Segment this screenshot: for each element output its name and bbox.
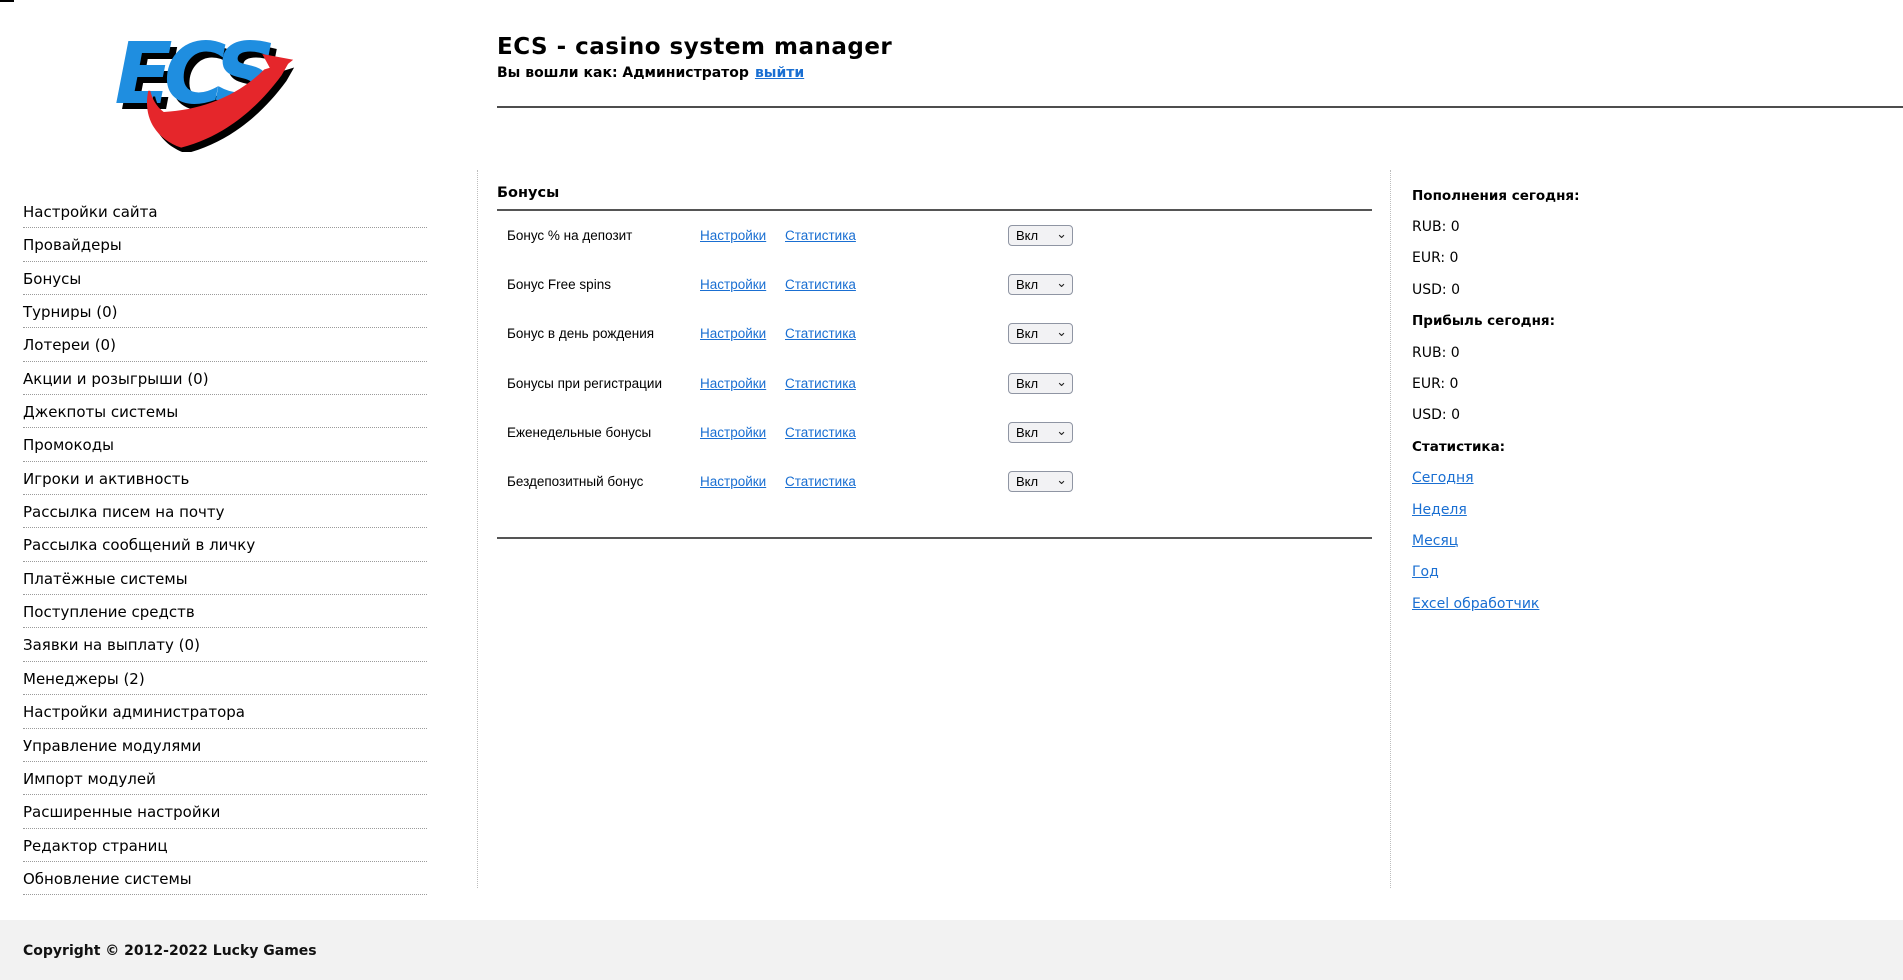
bonus-row: Бонусы при регистрации Настройки Статист… [497,359,1372,408]
bonus-row: Бонус % на депозит Настройки Статистика … [497,211,1372,260]
bonus-statistics-link[interactable]: Статистика [785,376,1008,391]
sidebar-item-bonuses[interactable]: Бонусы [23,262,427,295]
bonus-settings-link[interactable]: Настройки [700,326,785,341]
profit-today-title: Прибыль сегодня: [1412,306,1732,337]
stats-today-link[interactable]: Сегодня [1412,470,1474,486]
statistics-title: Статистика: [1412,431,1732,462]
bonus-row: Бонус в день рождения Настройки Статисти… [497,309,1372,358]
sidebar-item-system-update[interactable]: Обновление системы [23,862,427,895]
right-panel: Пополнения сегодня: RUB: 0 EUR: 0 USD: 0… [1412,180,1732,619]
stats-year-link[interactable]: Год [1412,564,1439,580]
sidebar-item-payment-systems[interactable]: Платёжные системы [23,562,427,595]
bonus-statistics-link[interactable]: Статистика [785,326,1008,341]
bonus-label: Бонус Free spins [507,277,700,292]
bonus-toggle-select[interactable]: Вкл ⌄ [1008,422,1073,443]
bonus-toggle-value: Вкл [1016,425,1038,440]
profit-eur-value: EUR: 0 [1412,368,1732,399]
bonus-settings-link[interactable]: Настройки [700,425,785,440]
bonus-row: Бонус Free spins Настройки Статистика Вк… [497,260,1372,309]
page-edge-mark [0,0,14,2]
sidebar-item-page-editor[interactable]: Редактор страниц [23,829,427,862]
header-divider [497,106,1903,108]
sidebar-nav: Настройки сайта Провайдеры Бонусы Турнир… [23,195,427,895]
sidebar-item-tournaments[interactable]: Турниры (0) [23,295,427,328]
sidebar-item-incoming-funds[interactable]: Поступление средств [23,595,427,628]
chevron-down-icon: ⌄ [1056,375,1067,388]
ecs-logo[interactable]: ECS ECS [100,12,298,152]
stats-week-link[interactable]: Неделя [1412,502,1467,518]
bonus-toggle-value: Вкл [1016,277,1038,292]
sidebar-item-email-mailing[interactable]: Рассылка писем на почту [23,495,427,528]
bonus-statistics-link[interactable]: Статистика [785,425,1008,440]
sidebar-item-site-settings[interactable]: Настройки сайта [23,195,427,228]
bonus-settings-link[interactable]: Настройки [700,228,785,243]
chevron-down-icon: ⌄ [1056,473,1067,486]
bonus-row: Бездепозитный бонус Настройки Статистика… [497,457,1372,506]
deposits-today-title: Пополнения сегодня: [1412,180,1732,211]
bonus-row: Еженедельные бонусы Настройки Статистика… [497,408,1372,457]
login-status-text: Вы вошли как: Администратор [497,65,749,81]
bonus-toggle-value: Вкл [1016,326,1038,341]
sidebar-item-module-import[interactable]: Импорт модулей [23,762,427,795]
bonus-toggle-select[interactable]: Вкл ⌄ [1008,274,1073,295]
bonus-toggle-select[interactable]: Вкл ⌄ [1008,471,1073,492]
login-status-line: Вы вошли как: Администратор выйти [497,65,892,81]
bonus-toggle-select[interactable]: Вкл ⌄ [1008,373,1073,394]
bonus-settings-link[interactable]: Настройки [700,474,785,489]
bonus-label: Еженедельные бонусы [507,425,700,440]
sidebar-item-jackpots[interactable]: Джекпоты системы [23,395,427,428]
bonus-label: Бонус % на депозит [507,228,700,243]
sidebar-item-promotions[interactable]: Акции и розыгрыши (0) [23,362,427,395]
footer: Copyright © 2012-2022 Lucky Games [0,920,1903,980]
header: ECS - casino system manager Вы вошли как… [497,34,892,81]
bonus-toggle-value: Вкл [1016,474,1038,489]
sidebar-item-advanced-settings[interactable]: Расширенные настройки [23,795,427,828]
bonus-label: Бонус в день рождения [507,326,700,341]
main-content: Бонусы Бонус % на депозит Настройки Стат… [497,181,1372,539]
deposit-eur-value: EUR: 0 [1412,243,1732,274]
ecs-logo-graphic: ECS ECS [100,12,298,152]
sidebar-item-providers[interactable]: Провайдеры [23,228,427,261]
sidebar-item-payout-requests[interactable]: Заявки на выплату (0) [23,628,427,661]
profit-rub-value: RUB: 0 [1412,337,1732,368]
bonus-toggle-value: Вкл [1016,376,1038,391]
sidebar-item-managers[interactable]: Менеджеры (2) [23,662,427,695]
sidebar-item-promocodes[interactable]: Промокоды [23,428,427,461]
bonus-settings-link[interactable]: Настройки [700,277,785,292]
deposit-rub-value: RUB: 0 [1412,211,1732,242]
stats-month-link[interactable]: Месяц [1412,533,1458,549]
page-title: ECS - casino system manager [497,34,892,60]
section-title: Бонусы [497,181,1372,201]
chevron-down-icon: ⌄ [1056,325,1067,338]
bonus-settings-link[interactable]: Настройки [700,376,785,391]
sidebar-item-pm-mailing[interactable]: Рассылка сообщений в личку [23,528,427,561]
bonus-statistics-link[interactable]: Статистика [785,277,1008,292]
bonus-toggle-select[interactable]: Вкл ⌄ [1008,225,1073,246]
chevron-down-icon: ⌄ [1056,227,1067,240]
chevron-down-icon: ⌄ [1056,276,1067,289]
bonus-label: Бонусы при регистрации [507,376,700,391]
sidebar-item-players-activity[interactable]: Игроки и активность [23,462,427,495]
copyright-text: Copyright © 2012-2022 Lucky Games [0,920,1903,959]
divider-main-rightpanel [1390,170,1391,888]
logout-link[interactable]: выйти [755,65,804,81]
sidebar-item-lotteries[interactable]: Лотереи (0) [23,328,427,361]
bonus-toggle-value: Вкл [1016,228,1038,243]
bonus-statistics-link[interactable]: Статистика [785,474,1008,489]
bonus-label: Бездепозитный бонус [507,474,700,489]
profit-usd-value: USD: 0 [1412,400,1732,431]
sidebar-item-module-management[interactable]: Управление модулями [23,729,427,762]
bonus-toggle-select[interactable]: Вкл ⌄ [1008,323,1073,344]
sidebar-item-admin-settings[interactable]: Настройки администратора [23,695,427,728]
chevron-down-icon: ⌄ [1056,424,1067,437]
divider-sidebar-main [477,170,478,888]
deposit-usd-value: USD: 0 [1412,274,1732,305]
bonus-statistics-link[interactable]: Статистика [785,228,1008,243]
stats-excel-link[interactable]: Excel обработчик [1412,596,1539,612]
section-divider-bottom [497,537,1372,539]
